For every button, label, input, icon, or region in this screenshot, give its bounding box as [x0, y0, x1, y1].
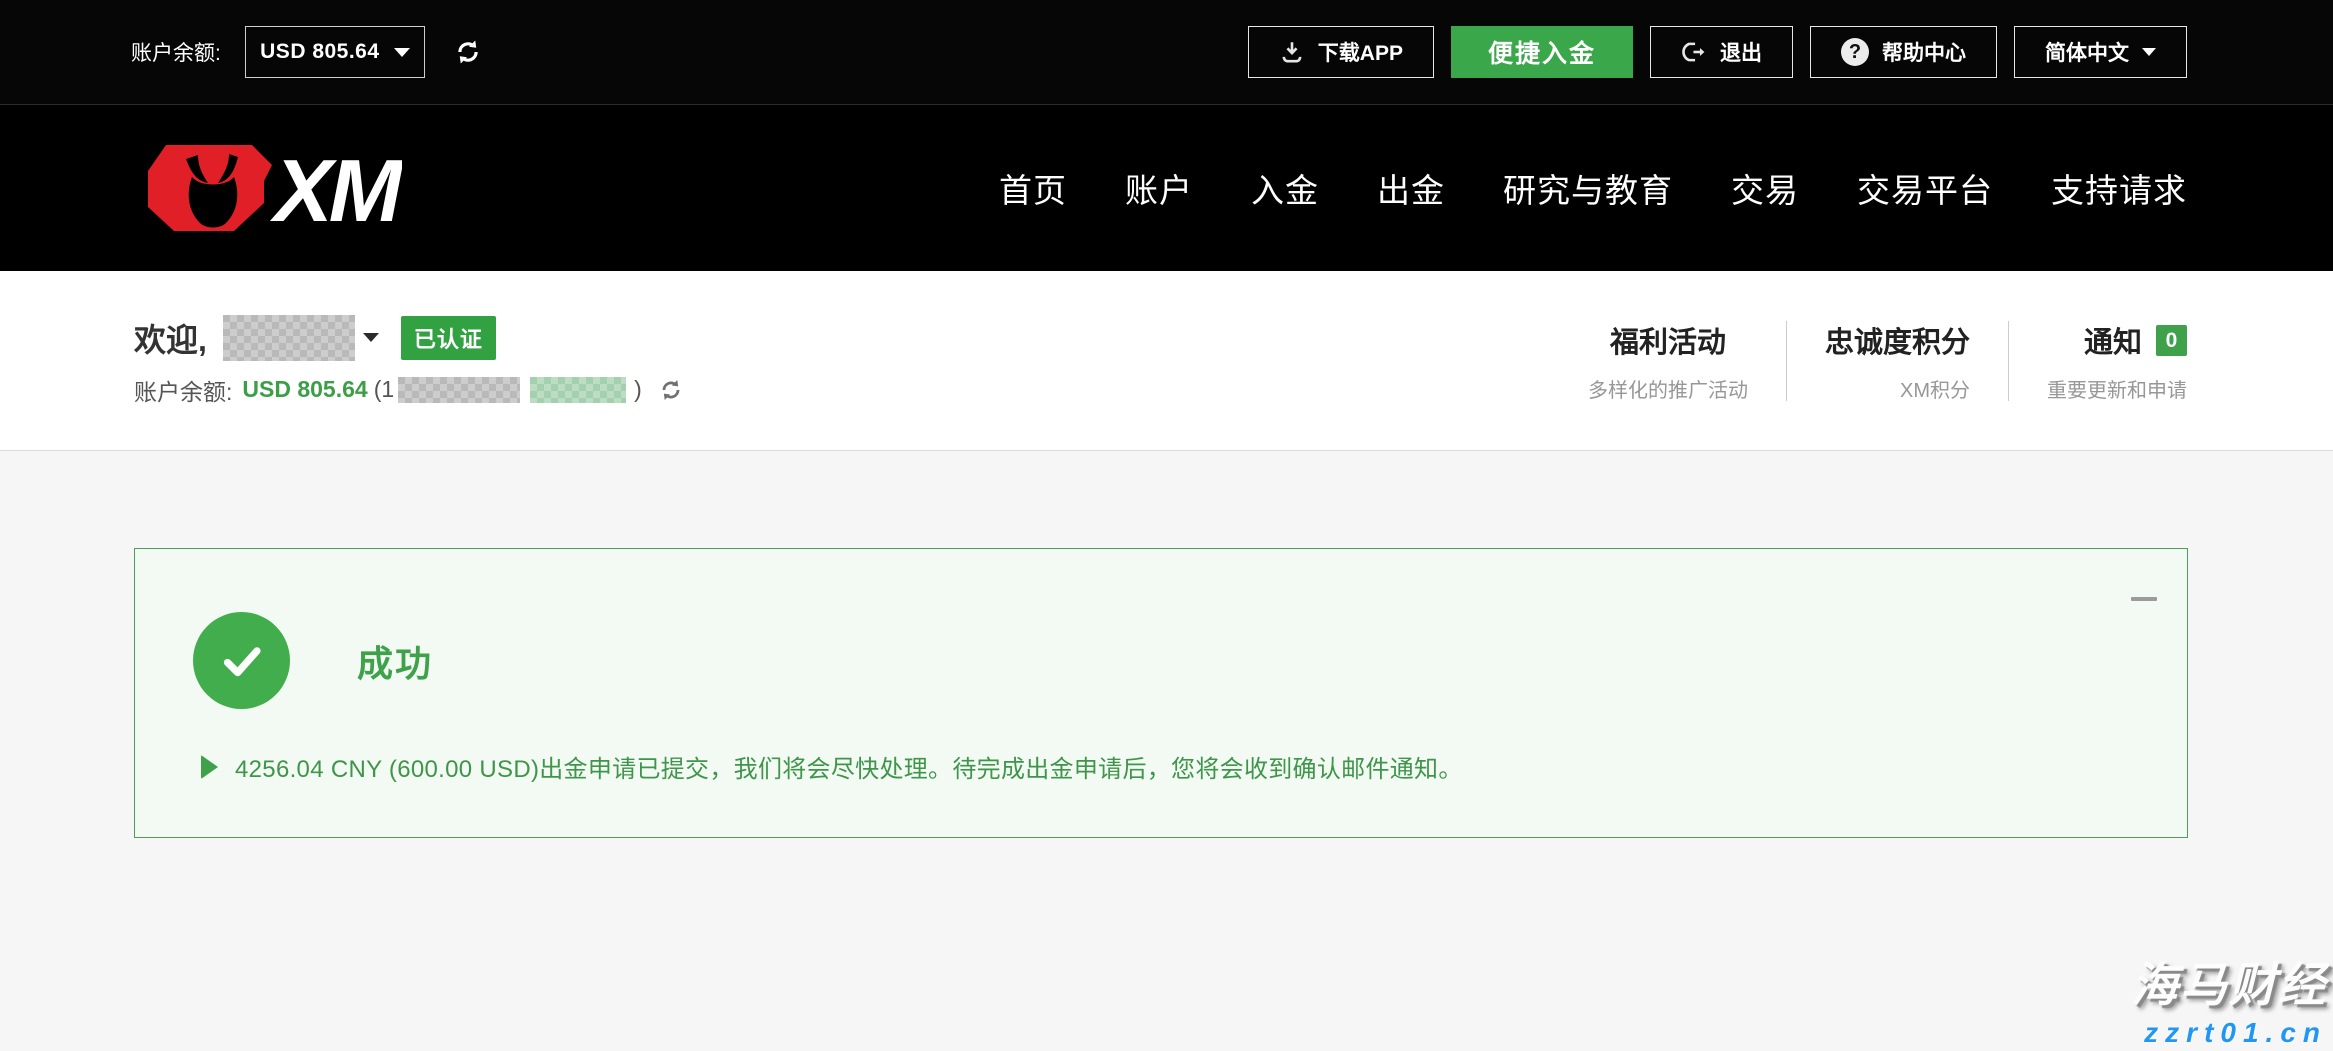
account-balance-label: 账户余额:	[131, 37, 221, 67]
nav-item-research-education[interactable]: 研究与教育	[1503, 164, 1673, 212]
success-alert-panel: 成功 4256.04 CNY (600.00 USD)出金申请已提交，我们将会尽…	[134, 548, 2188, 838]
easy-deposit-label: 便捷入金	[1488, 34, 1596, 70]
balance-label: 账户余额:	[134, 373, 232, 407]
easy-deposit-button[interactable]: 便捷入金	[1451, 26, 1633, 78]
notifications-title-text: 通知	[2084, 327, 2142, 359]
alert-title: 成功	[357, 635, 433, 687]
language-selector-button[interactable]: 简体中文	[2014, 26, 2187, 78]
success-check-icon	[193, 612, 290, 709]
topbar-actions: 下载APP 便捷入金 退出 ? 帮助中心 简体中文	[1248, 26, 2187, 78]
nav-item-home[interactable]: 首页	[999, 164, 1067, 212]
chevron-down-icon[interactable]	[363, 333, 379, 342]
xm-logo-text: XM	[269, 141, 402, 235]
question-mark-icon: ?	[1841, 38, 1869, 66]
promotions-link[interactable]: 福利活动 多样化的推广活动	[1550, 319, 1786, 403]
promotions-title: 福利活动	[1588, 319, 1748, 361]
notifications-title: 通知 0	[2047, 319, 2187, 361]
account-server-redacted	[530, 377, 626, 403]
alert-header: 成功	[193, 612, 433, 709]
download-app-button[interactable]: 下载APP	[1248, 26, 1434, 78]
chevron-down-icon	[2142, 48, 2156, 56]
collapse-minus-icon[interactable]	[2131, 597, 2157, 601]
chevron-down-icon	[394, 48, 410, 57]
top-utility-bar: 账户余额: USD 805.64 下载APP 便捷入金	[0, 0, 2333, 105]
username-redacted[interactable]	[223, 315, 355, 361]
main-content: 成功 4256.04 CNY (600.00 USD)出金申请已提交，我们将会尽…	[0, 451, 2333, 1049]
nav-item-support[interactable]: 支持请求	[2051, 164, 2187, 212]
welcome-quick-links: 福利活动 多样化的推广活动 忠诚度积分 XM积分 通知 0 重要更新和申请	[1550, 319, 2187, 403]
download-app-label: 下载APP	[1318, 37, 1403, 67]
welcome-strip: 欢迎, 已认证 账户余额: USD 805.64 (1 ) 福利活	[0, 271, 2333, 451]
welcome-info: 欢迎, 已认证 账户余额: USD 805.64 (1 )	[134, 315, 684, 407]
logout-button[interactable]: 退出	[1650, 26, 1793, 78]
balance-dropdown[interactable]: USD 805.64	[245, 26, 425, 78]
promotions-subtitle: 多样化的推广活动	[1588, 374, 1748, 403]
xm-logo[interactable]: XM	[134, 141, 402, 235]
account-number-close: )	[634, 376, 642, 403]
alert-message-row: 4256.04 CNY (600.00 USD)出金申请已提交，我们将会尽快处理…	[201, 749, 1463, 784]
account-number-open: (1	[374, 376, 394, 403]
loyalty-subtitle: XM积分	[1825, 374, 1970, 403]
notifications-subtitle: 重要更新和申请	[2047, 374, 2187, 403]
welcome-greeting: 欢迎,	[134, 315, 207, 361]
main-navbar: XM 首页 账户 入金 出金 研究与教育 交易 交易平台 支持请求	[0, 105, 2333, 271]
help-center-button[interactable]: ? 帮助中心	[1810, 26, 1997, 78]
language-label: 简体中文	[2045, 37, 2129, 67]
loyalty-title: 忠诚度积分	[1825, 319, 1970, 361]
nav-item-deposit[interactable]: 入金	[1251, 164, 1319, 212]
balance-value: USD 805.64	[242, 376, 367, 403]
alert-message: 4256.04 CNY (600.00 USD)出金申请已提交，我们将会尽快处理…	[235, 749, 1463, 784]
account-number-redacted	[398, 377, 520, 403]
nav-item-platforms[interactable]: 交易平台	[1857, 164, 1993, 212]
logout-icon	[1681, 39, 1707, 65]
loyalty-points-link[interactable]: 忠诚度积分 XM积分	[1787, 319, 2008, 403]
nav-item-trading[interactable]: 交易	[1731, 164, 1799, 212]
help-center-label: 帮助中心	[1882, 37, 1966, 67]
download-icon	[1279, 39, 1305, 65]
play-triangle-icon	[201, 755, 218, 779]
nav-menu: 首页 账户 入金 出金 研究与教育 交易 交易平台 支持请求	[999, 164, 2187, 212]
refresh-balance-icon[interactable]	[453, 37, 483, 67]
notification-count-badge: 0	[2156, 325, 2187, 356]
refresh-account-icon[interactable]	[658, 377, 684, 403]
logout-label: 退出	[1720, 37, 1762, 67]
nav-item-withdraw[interactable]: 出金	[1377, 164, 1445, 212]
nav-item-account[interactable]: 账户	[1125, 164, 1193, 212]
balance-dropdown-value: USD 805.64	[260, 40, 379, 64]
verified-status-badge: 已认证	[401, 316, 496, 360]
notifications-link[interactable]: 通知 0 重要更新和申请	[2009, 319, 2187, 403]
